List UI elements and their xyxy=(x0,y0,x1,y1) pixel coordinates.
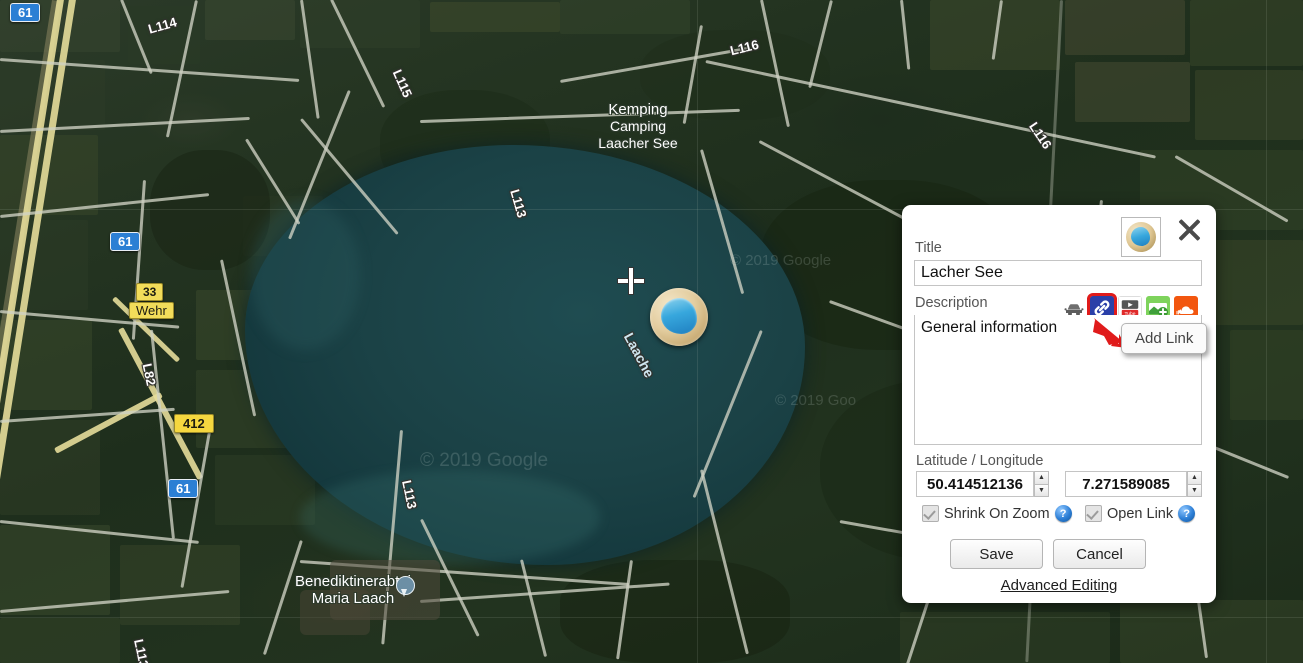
map-attribution: © 2019 Google xyxy=(730,252,832,269)
latitude-decrement-button[interactable]: ▼ xyxy=(1034,483,1049,497)
title-label: Title xyxy=(915,240,942,256)
poi-line-3: Laacher See xyxy=(598,135,678,151)
help-icon[interactable]: ? xyxy=(1178,505,1196,522)
map-road-l82 xyxy=(150,329,175,539)
cancel-button[interactable]: Cancel xyxy=(1053,539,1146,569)
marker-lake-shape xyxy=(661,298,697,334)
close-icon[interactable] xyxy=(1174,215,1204,245)
map-shield-61: 61 xyxy=(110,232,141,251)
save-button[interactable]: Save xyxy=(950,539,1043,569)
lake-icon-shape xyxy=(1131,227,1150,246)
place-marker-icon xyxy=(396,576,415,598)
shrink-on-zoom-row: Shrink On Zoom ? xyxy=(922,505,1072,522)
open-link-checkbox[interactable] xyxy=(1085,505,1102,522)
map-field xyxy=(430,2,560,32)
map-field xyxy=(300,0,420,48)
shrink-on-zoom-checkbox[interactable] xyxy=(922,505,939,522)
marker-icon-picker-button[interactable] xyxy=(1121,217,1161,257)
description-label: Description xyxy=(915,295,988,311)
lake-icon xyxy=(1126,222,1156,252)
map-field xyxy=(1075,62,1190,122)
longitude-value[interactable]: 7.271589085 xyxy=(1065,471,1187,497)
longitude-spin-buttons[interactable]: ▲ ▼ xyxy=(1187,471,1202,497)
lake-shallow-edge xyxy=(300,470,600,565)
map-field xyxy=(1190,0,1303,66)
open-link-row: Open Link ? xyxy=(1085,505,1196,522)
latitude-value[interactable]: 50.414512136 xyxy=(916,471,1034,497)
help-icon[interactable]: ? xyxy=(1054,505,1072,522)
tooltip: Add Link xyxy=(1121,323,1208,354)
shrink-on-zoom-label: Shrink On Zoom xyxy=(944,505,1050,522)
map-seam xyxy=(0,617,1303,618)
latitude-spin-buttons[interactable]: ▲ ▼ xyxy=(1034,471,1049,497)
map-poi-abbey: Benediktinerabtei Maria Laach xyxy=(258,573,448,607)
longitude-decrement-button[interactable]: ▼ xyxy=(1187,483,1202,497)
map-route-412: 412 xyxy=(174,414,214,433)
map-forest xyxy=(560,560,790,663)
crosshair-vertical xyxy=(629,268,633,294)
map-field xyxy=(560,0,690,34)
map-road-label-l115: L115 xyxy=(389,67,416,100)
map-shield-61: 61 xyxy=(168,479,199,498)
map-field xyxy=(1065,0,1185,55)
map-field xyxy=(1195,70,1303,140)
poi-line-2: Maria Laach xyxy=(311,590,395,607)
title-input[interactable] xyxy=(914,260,1202,286)
poi-line-1: Kemping xyxy=(608,101,668,118)
map-field xyxy=(900,612,1110,663)
poi-line-2: Camping xyxy=(609,118,667,134)
map-attribution: © 2019 Goo xyxy=(775,392,857,409)
marker-edit-dialog: Title Description xyxy=(902,205,1216,603)
screen: 61 61 61 33 Wehr 412 L114 L115 L116 L116… xyxy=(0,0,1303,663)
map-field xyxy=(205,0,295,40)
map-road-label-l113: L113 xyxy=(131,637,152,663)
pin-tail xyxy=(401,589,407,597)
latitude-stepper[interactable]: 50.414512136 ▲ ▼ xyxy=(916,471,1049,497)
longitude-stepper[interactable]: 7.271589085 ▲ ▼ xyxy=(1065,471,1202,497)
poi-line-1: Benediktinerabtei xyxy=(295,573,411,590)
lake-shallow-edge xyxy=(250,200,360,350)
longitude-increment-button[interactable]: ▲ xyxy=(1187,471,1202,484)
map-seam xyxy=(1266,0,1267,663)
map-attribution: © 2019 Google xyxy=(420,450,549,471)
map-exit-number: 33 xyxy=(136,283,164,301)
crosshair-cursor xyxy=(618,268,644,294)
map-poi-camping: Kemping Camping Laacher See xyxy=(568,101,708,152)
map-marker-lake-icon[interactable] xyxy=(650,288,708,346)
advanced-editing-link[interactable]: Advanced Editing xyxy=(902,577,1216,594)
map-field xyxy=(1120,600,1303,663)
map-field xyxy=(0,618,120,663)
map-road xyxy=(900,0,911,70)
latlon-label: Latitude / Longitude xyxy=(916,453,1044,469)
map-shield-61: 61 xyxy=(10,3,41,22)
open-link-label: Open Link xyxy=(1107,505,1174,522)
map-road xyxy=(520,559,548,658)
latitude-increment-button[interactable]: ▲ xyxy=(1034,471,1049,484)
map-exit-name: Wehr xyxy=(129,302,174,319)
